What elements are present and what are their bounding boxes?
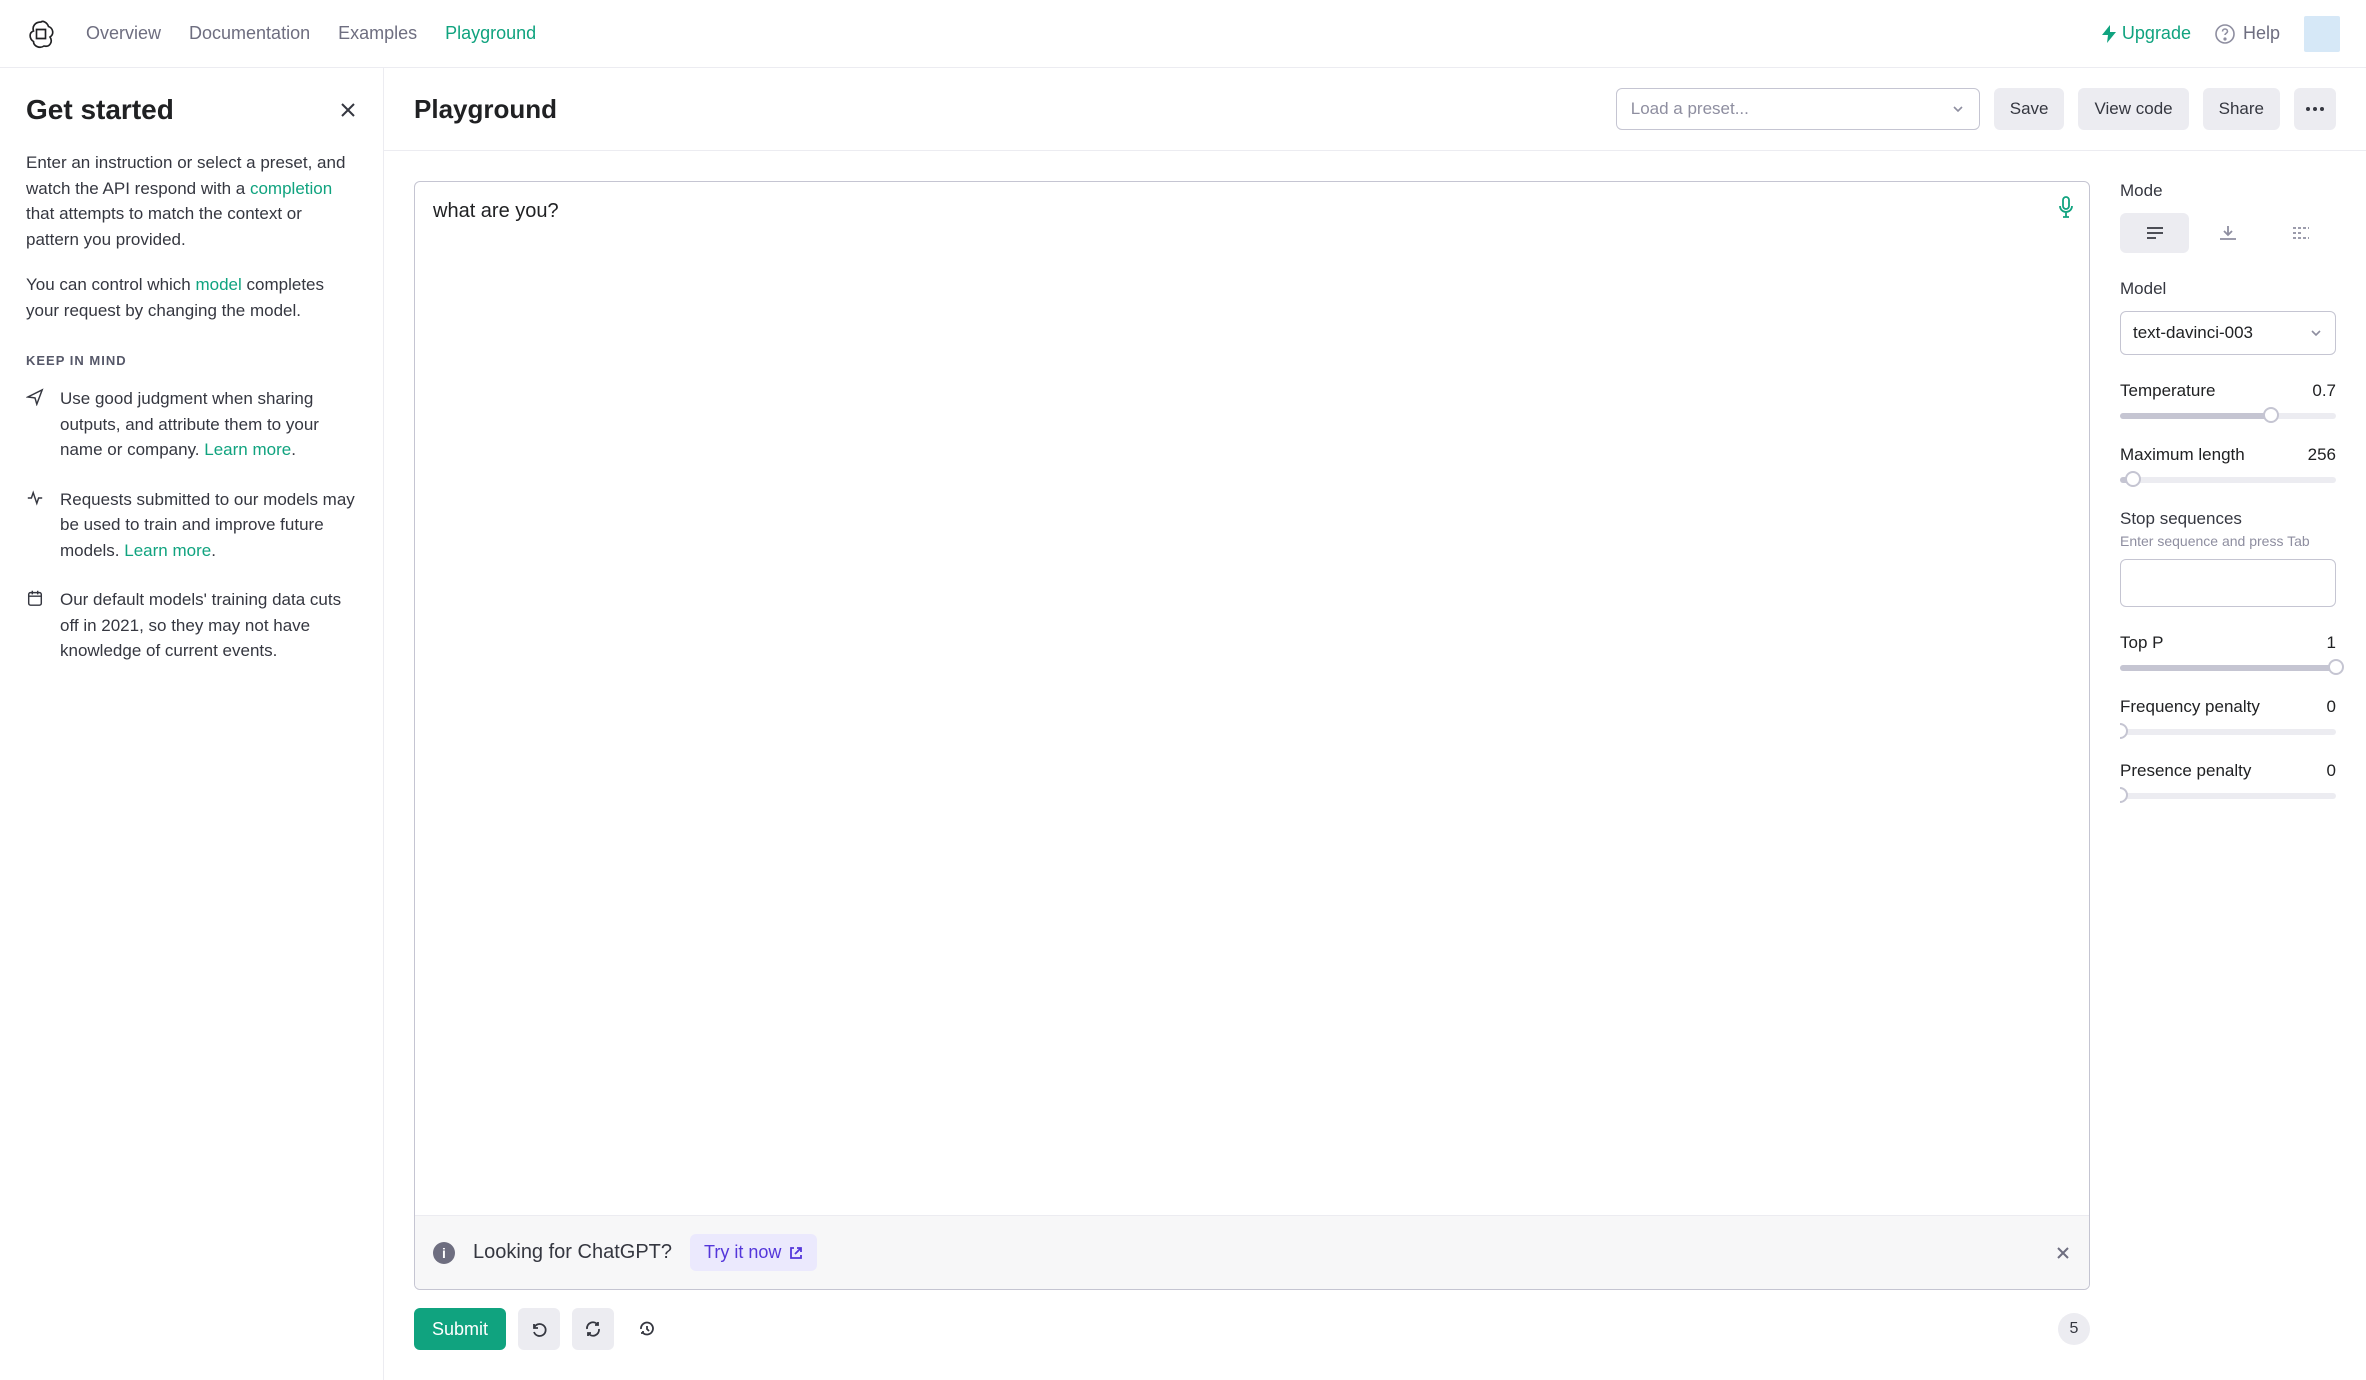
maxlength-label: Maximum length	[2120, 445, 2245, 465]
avatar[interactable]	[2304, 16, 2340, 52]
page-title: Playground	[414, 94, 557, 125]
prompt-textarea[interactable]: what are you?	[415, 182, 2089, 1215]
chevron-down-icon	[1951, 102, 1965, 116]
temperature-value: 0.7	[2312, 381, 2336, 401]
model-value: text-davinci-003	[2133, 323, 2253, 343]
preset-select[interactable]: Load a preset...	[1616, 88, 1980, 130]
external-link-icon	[789, 1246, 803, 1260]
help-label: Help	[2243, 23, 2280, 44]
prespen-slider[interactable]	[2120, 793, 2336, 799]
preset-placeholder: Load a preset...	[1631, 99, 1749, 119]
completion-link[interactable]: completion	[250, 179, 332, 198]
help-link[interactable]: Help	[2215, 23, 2280, 44]
close-icon[interactable]	[2055, 1245, 2071, 1261]
learn-more-link[interactable]: Learn more	[204, 440, 291, 459]
token-count: 5	[2058, 1313, 2090, 1345]
submit-button[interactable]: Submit	[414, 1308, 506, 1350]
banner-text: Looking for ChatGPT?	[473, 1241, 672, 1264]
stop-label: Stop sequences	[2120, 509, 2336, 529]
prespen-value: 0	[2327, 761, 2336, 781]
topp-value: 1	[2327, 633, 2336, 653]
upgrade-label: Upgrade	[2122, 23, 2191, 44]
openai-logo[interactable]	[26, 19, 56, 49]
undo-icon	[530, 1320, 548, 1338]
mode-insert-button[interactable]	[2193, 213, 2262, 253]
nav-playground[interactable]: Playground	[445, 23, 536, 44]
activity-icon	[26, 489, 46, 564]
close-icon[interactable]	[339, 101, 357, 119]
mode-complete-icon	[2146, 226, 2164, 240]
topp-label: Top P	[2120, 633, 2163, 653]
main-header: Playground Load a preset... Save View co…	[384, 68, 2366, 151]
nav-right: Upgrade Help	[2102, 16, 2340, 52]
stop-hint: Enter sequence and press Tab	[2120, 533, 2336, 549]
sidebar-p1: Enter an instruction or select a preset,…	[26, 150, 357, 252]
keep-item: Requests submitted to our models may be …	[26, 487, 357, 564]
freqpen-value: 0	[2327, 697, 2336, 717]
learn-more-link[interactable]: Learn more	[124, 541, 211, 560]
editor-box: what are you? i Looking for ChatGPT? Try…	[414, 181, 2090, 1290]
top-nav: Overview Documentation Examples Playgrou…	[0, 0, 2366, 68]
keep-item: Use good judgment when sharing outputs, …	[26, 386, 357, 463]
nav-links: Overview Documentation Examples Playgrou…	[86, 23, 2102, 44]
get-started-sidebar: Get started Enter an instruction or sele…	[0, 68, 384, 1380]
bolt-icon	[2102, 25, 2116, 43]
mic-icon[interactable]	[2057, 196, 2075, 218]
refresh-icon	[584, 1320, 602, 1338]
mode-edit-icon	[2292, 226, 2310, 240]
freqpen-label: Frequency penalty	[2120, 697, 2260, 717]
nav-documentation[interactable]: Documentation	[189, 23, 310, 44]
mode-label: Mode	[2120, 181, 2336, 201]
chatgpt-banner: i Looking for ChatGPT? Try it now	[415, 1215, 2089, 1289]
help-icon	[2215, 24, 2235, 44]
model-label: Model	[2120, 279, 2336, 299]
mode-edit-button[interactable]	[2267, 213, 2336, 253]
maxlength-value: 256	[2308, 445, 2336, 465]
freqpen-slider[interactable]	[2120, 729, 2336, 735]
save-button[interactable]: Save	[1994, 88, 2065, 130]
sidebar-p2: You can control which model completes yo…	[26, 272, 357, 323]
maxlength-slider[interactable]	[2120, 477, 2336, 483]
topp-slider[interactable]	[2120, 665, 2336, 671]
model-link[interactable]: model	[195, 275, 241, 294]
send-icon	[26, 388, 46, 463]
history-button[interactable]	[626, 1308, 668, 1350]
prespen-label: Presence penalty	[2120, 761, 2251, 781]
stop-sequences-input[interactable]	[2120, 559, 2336, 607]
nav-examples[interactable]: Examples	[338, 23, 417, 44]
dots-icon	[2306, 107, 2324, 111]
settings-panel: Mode	[2120, 151, 2366, 1380]
chevron-down-icon	[2309, 326, 2323, 340]
model-select[interactable]: text-davinci-003	[2120, 311, 2336, 355]
temperature-slider[interactable]	[2120, 413, 2336, 419]
upgrade-link[interactable]: Upgrade	[2102, 23, 2191, 44]
history-icon	[638, 1320, 656, 1338]
mode-complete-button[interactable]	[2120, 213, 2189, 253]
mode-insert-icon	[2219, 225, 2237, 241]
undo-button[interactable]	[518, 1308, 560, 1350]
keep-item: Our default models' training data cuts o…	[26, 587, 357, 664]
nav-overview[interactable]: Overview	[86, 23, 161, 44]
try-it-now-button[interactable]: Try it now	[690, 1234, 817, 1271]
view-code-button[interactable]: View code	[2078, 88, 2188, 130]
temperature-label: Temperature	[2120, 381, 2215, 401]
regenerate-button[interactable]	[572, 1308, 614, 1350]
info-icon: i	[433, 1242, 455, 1264]
more-button[interactable]	[2294, 88, 2336, 130]
share-button[interactable]: Share	[2203, 88, 2280, 130]
calendar-icon	[26, 589, 46, 664]
sidebar-title: Get started	[26, 94, 174, 126]
keep-in-mind-heading: KEEP IN MIND	[26, 353, 357, 368]
